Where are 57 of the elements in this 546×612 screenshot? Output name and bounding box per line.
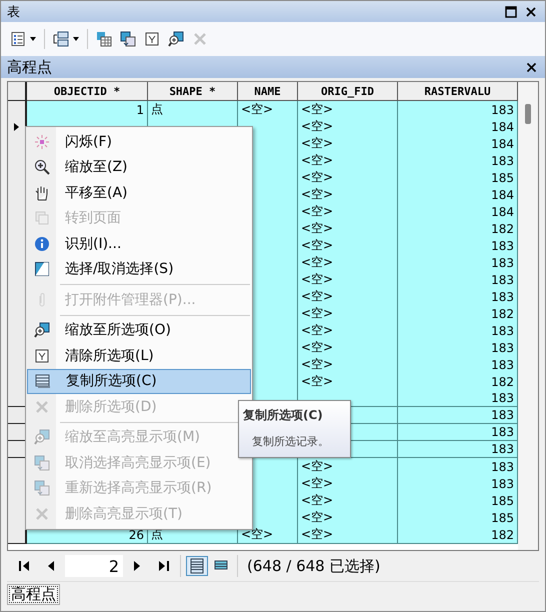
table-cell: <空> [298, 135, 398, 153]
table-cell: <空> [298, 288, 398, 306]
table-cell: 183 [398, 271, 518, 289]
table-cell: <空> [298, 118, 398, 136]
table-cell: <空> [298, 322, 398, 340]
table-cell: 183 [398, 424, 518, 441]
table-cell: <空> [298, 356, 398, 374]
table-cell: 184 [398, 135, 518, 153]
table-cell: 182 [398, 305, 518, 323]
table-cell: 184 [398, 186, 518, 204]
tooltip-title: 复制所选项(C) [243, 407, 324, 424]
table-cell: <空> [298, 305, 398, 323]
table-cell: 183 [398, 339, 518, 357]
table-cell: 183 [398, 101, 518, 119]
table-cell: <空> [298, 373, 398, 391]
selection-status: (648 / 648 已选择) [247, 556, 380, 576]
table-cell: 184 [398, 203, 518, 221]
table-cell: 183 [398, 322, 518, 340]
table-cell: 185 [398, 169, 518, 187]
table-cell: <空> [298, 203, 398, 221]
table-cell: 183 [398, 237, 518, 255]
table-cell: <空> [298, 475, 398, 493]
table-cell: 182 [398, 220, 518, 238]
table-cell: 183 [398, 356, 518, 374]
table-cell: <空> [298, 237, 398, 255]
table-cell: 183 [398, 441, 518, 458]
table-cell: 184 [398, 118, 518, 136]
table-cell: <空> [298, 339, 398, 357]
tooltip-text: 复制所选记录。 [251, 434, 330, 449]
window-title: 表 [7, 4, 20, 20]
table-cell: <空> [238, 101, 298, 119]
table-cell: <空> [298, 169, 398, 187]
table-cell: 182 [398, 526, 518, 544]
table-cell: 183 [398, 390, 518, 407]
table-cell: <空> [298, 526, 398, 544]
table-cell: 182 [398, 373, 518, 391]
table-cell: 183 [398, 475, 518, 493]
table-cell: 183 [398, 254, 518, 272]
table-cell: 183 [398, 288, 518, 306]
table-cell: 183 [398, 458, 518, 476]
table-cell: <空> [298, 152, 398, 170]
table-cell: <空> [298, 509, 398, 527]
table-cell: <空> [298, 101, 398, 119]
table-cell: 183 [398, 407, 518, 424]
table-title: 高程点 [7, 58, 52, 76]
table-cell: <空> [298, 271, 398, 289]
table-cell: <空> [238, 526, 298, 544]
table-cell: <空> [298, 220, 398, 238]
table-cell: <空> [298, 186, 398, 204]
table-cell: 185 [398, 492, 518, 510]
table-cell: 183 [398, 152, 518, 170]
table-cell: 1 [27, 101, 148, 119]
table-cell: 185 [398, 509, 518, 527]
table-cell: <空> [298, 254, 398, 272]
table-cell: 点 [148, 101, 238, 119]
table-cell: <空> [298, 492, 398, 510]
table-cell: <空> [298, 458, 398, 476]
